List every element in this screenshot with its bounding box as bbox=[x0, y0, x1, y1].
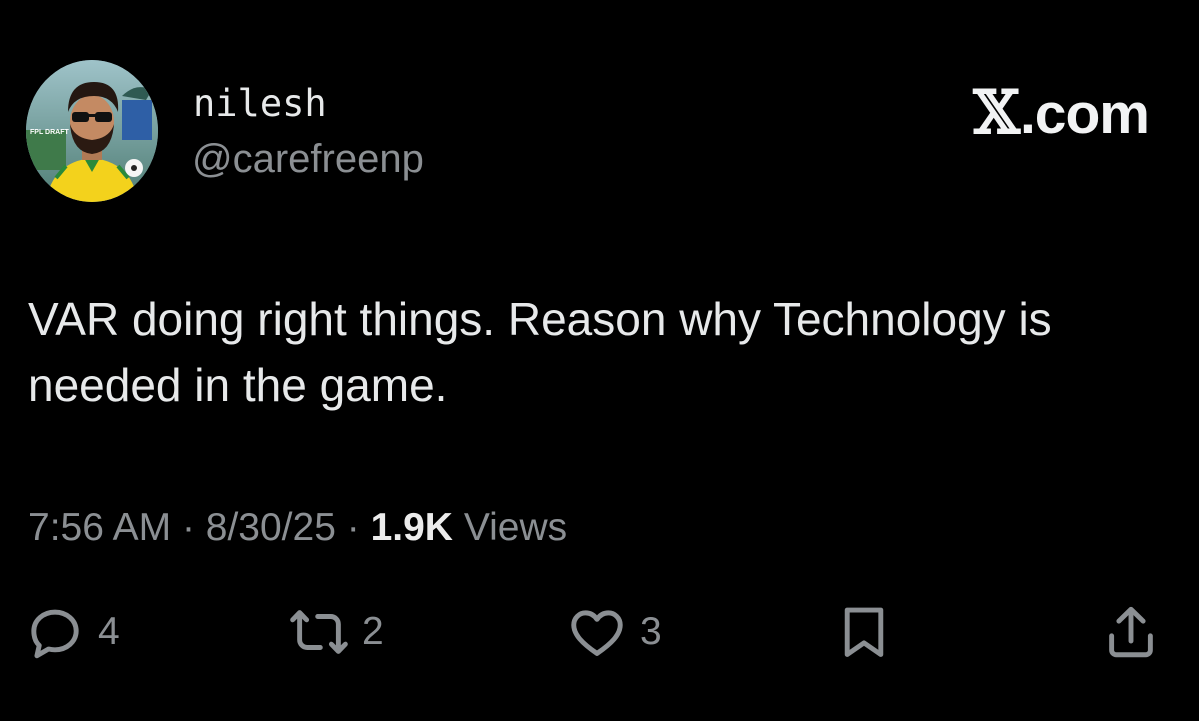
brand-suffix: .com bbox=[1019, 82, 1150, 146]
views-label: Views bbox=[463, 506, 568, 549]
meta-separator: · bbox=[346, 506, 360, 549]
x-logo-icon: 𝕏 bbox=[973, 78, 1020, 148]
share-icon bbox=[1109, 606, 1153, 658]
like-count: 3 bbox=[640, 610, 662, 653]
repost-button[interactable]: 2 bbox=[288, 596, 384, 668]
bookmark-button[interactable] bbox=[833, 596, 895, 668]
repost-count: 2 bbox=[362, 610, 384, 653]
tweet-text: VAR doing right things. Reason why Techn… bbox=[28, 293, 1052, 411]
like-button[interactable]: 3 bbox=[566, 596, 662, 668]
reply-button[interactable]: 4 bbox=[24, 596, 120, 668]
reply-icon bbox=[31, 609, 79, 659]
avatar[interactable]: FPL DRAFT bbox=[26, 60, 158, 202]
brand-logo: 𝕏 .com bbox=[973, 78, 1150, 148]
meta-separator: · bbox=[181, 506, 195, 549]
user-handle[interactable]: @carefreenp bbox=[192, 137, 424, 182]
tweet-time[interactable]: 7:56 AM bbox=[28, 506, 171, 549]
tweet-date[interactable]: 8/30/25 bbox=[206, 506, 336, 549]
tweet-meta: 7:56 AM · 8/30/25 · 1.9K Views bbox=[28, 506, 567, 550]
bookmark-icon bbox=[844, 607, 884, 657]
avatar-image: FPL DRAFT bbox=[26, 60, 158, 202]
views-count: 1.9K bbox=[370, 506, 453, 549]
repost-icon bbox=[290, 610, 348, 654]
reply-count: 4 bbox=[98, 610, 120, 653]
action-bar: 4 2 3 bbox=[0, 596, 1199, 668]
display-name[interactable]: nilesh bbox=[193, 82, 327, 125]
heart-icon bbox=[571, 610, 623, 656]
svg-text:FPL DRAFT: FPL DRAFT bbox=[30, 129, 69, 136]
share-button[interactable] bbox=[1100, 596, 1162, 668]
